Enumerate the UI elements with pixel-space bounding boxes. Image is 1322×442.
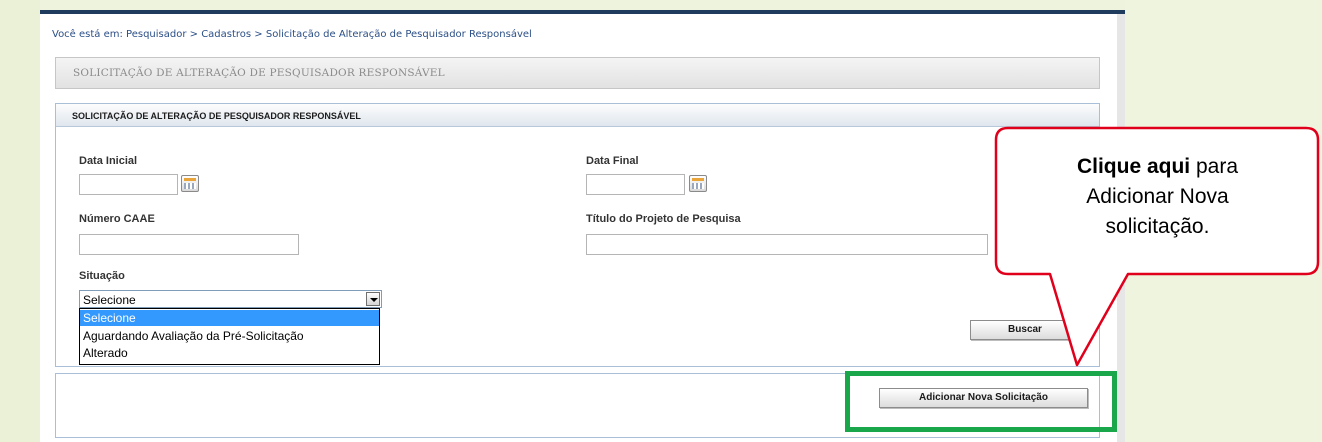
callout-text: Clique aqui para Adicionar Nova solicita… <box>995 152 1320 242</box>
callout-line1: para <box>1190 155 1239 178</box>
callout-line2: Adicionar Nova <box>1086 185 1229 208</box>
callout-bold: Clique aqui <box>1076 155 1191 178</box>
callout-line3: solicitação. <box>1105 215 1210 238</box>
